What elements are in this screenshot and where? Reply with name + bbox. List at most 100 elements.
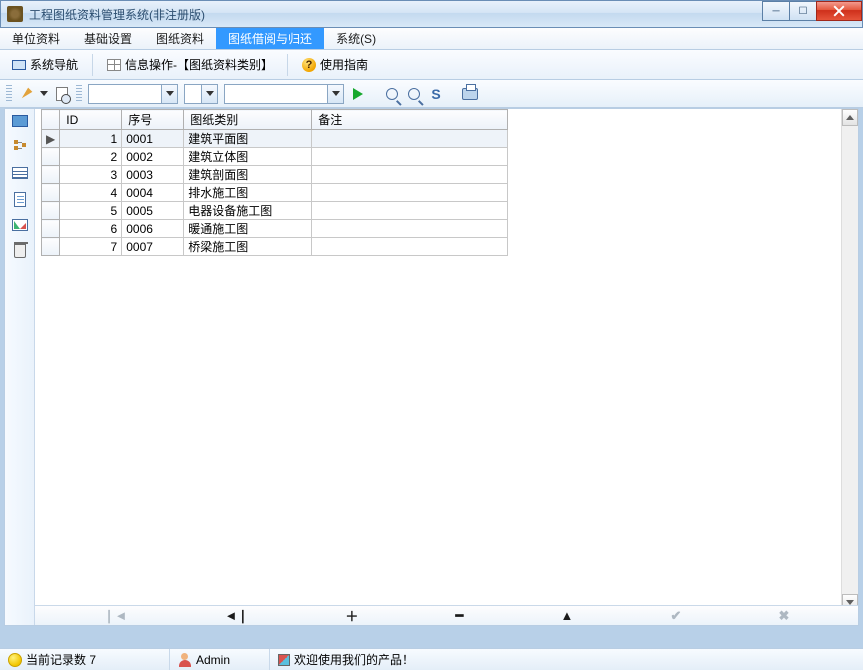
cell-category[interactable]: 排水施工图 [184,184,312,202]
printer-icon [462,88,478,100]
table-row[interactable]: 70007桥梁施工图 [42,238,508,256]
cell-note[interactable] [312,148,508,166]
cell-id[interactable]: 3 [60,166,122,184]
print-button[interactable] [462,86,478,102]
cell-note[interactable] [312,238,508,256]
cell-id[interactable]: 6 [60,220,122,238]
close-button[interactable] [816,1,862,21]
user-icon [178,653,192,667]
data-grid[interactable]: ID 序号 图纸类别 备注 ▶10001建筑平面图20002建筑立体图30003… [41,109,508,256]
cell-sn[interactable]: 0007 [122,238,184,256]
chevron-up-icon [846,115,854,120]
find-button[interactable] [384,86,400,102]
cell-category[interactable]: 暖通施工图 [184,220,312,238]
nav-remove-button[interactable]: ━ [455,608,463,624]
nav-prev-button[interactable]: ◄❘ [224,608,248,624]
status-user: Admin [170,649,270,670]
cell-sn[interactable]: 0002 [122,148,184,166]
help-guide-button[interactable]: ? 使用指南 [296,54,374,75]
trash-icon [14,244,26,258]
cell-sn[interactable]: 0003 [122,166,184,184]
chart-icon [12,219,28,231]
nav-first-button[interactable]: ❘◄ [104,608,128,624]
cell-sn[interactable]: 0001 [122,130,184,148]
tree-icon [14,140,26,154]
system-nav-label: 系统导航 [30,56,78,73]
minimize-button[interactable]: ─ [762,1,790,21]
cell-category[interactable]: 电器设备施工图 [184,202,312,220]
table-row[interactable]: ▶10001建筑平面图 [42,130,508,148]
cell-id[interactable]: 2 [60,148,122,166]
view-doc-button[interactable] [11,191,29,207]
cell-id[interactable]: 7 [60,238,122,256]
operator-combo[interactable] [184,84,218,104]
system-nav-button[interactable]: 系统导航 [6,54,84,75]
menu-unit-data[interactable]: 单位资料 [0,28,72,49]
refresh-button[interactable]: S [428,86,444,102]
cell-note[interactable] [312,220,508,238]
col-header-sn[interactable]: 序号 [122,110,184,130]
view-card-button[interactable] [11,113,29,129]
toolbar-primary: 系统导航 信息操作-【图纸资料类别】 ? 使用指南 [0,50,863,80]
row-indicator: ▶ [42,130,60,148]
cell-id[interactable]: 5 [60,202,122,220]
field-combo[interactable] [88,84,178,104]
nav-add-button[interactable]: ＋ [345,606,358,625]
separator [287,54,288,76]
cell-sn[interactable]: 0005 [122,202,184,220]
preview-button[interactable] [54,86,70,102]
table-row[interactable]: 50005电器设备施工图 [42,202,508,220]
cell-sn[interactable]: 0006 [122,220,184,238]
menu-basic-settings[interactable]: 基础设置 [72,28,144,49]
edit-button[interactable] [18,86,34,102]
row-indicator [42,184,60,202]
cell-category[interactable]: 建筑立体图 [184,148,312,166]
record-navigator: ❘◄ ◄❘ ＋ ━ ▲ ✔ ✖ [35,605,858,625]
table-row[interactable]: 20002建筑立体图 [42,148,508,166]
run-button[interactable] [350,86,366,102]
row-indicator [42,166,60,184]
cell-id[interactable]: 1 [60,130,122,148]
value-combo[interactable] [224,84,344,104]
menu-system[interactable]: 系统(S) [324,28,388,49]
cell-id[interactable]: 4 [60,184,122,202]
work-area: ID 序号 图纸类别 备注 ▶10001建筑平面图20002建筑立体图30003… [4,108,859,626]
status-welcome: 欢迎使用我们的产品！ [270,649,863,670]
cell-note[interactable] [312,184,508,202]
nav-commit-button[interactable]: ✔ [670,608,681,624]
nav-edit-button[interactable]: ▲ [560,608,573,623]
table-row[interactable]: 30003建筑剖面图 [42,166,508,184]
col-header-id[interactable]: ID [60,110,122,130]
cell-category[interactable]: 桥梁施工图 [184,238,312,256]
view-chart-button[interactable] [11,217,29,233]
row-indicator [42,202,60,220]
record-count-label: 当前记录数 7 [26,651,96,668]
menu-borrow-return[interactable]: 图纸借阅与归还 [216,28,324,49]
separator [92,54,93,76]
col-header-category[interactable]: 图纸类别 [184,110,312,130]
view-detail-button[interactable] [11,165,29,181]
cell-category[interactable]: 建筑平面图 [184,130,312,148]
col-header-note[interactable]: 备注 [312,110,508,130]
maximize-button[interactable]: ☐ [789,1,817,21]
cell-note[interactable] [312,202,508,220]
table-row[interactable]: 40004排水施工图 [42,184,508,202]
app-icon [7,6,23,22]
scroll-up-button[interactable] [842,109,858,126]
cell-note[interactable] [312,166,508,184]
edit-dropdown[interactable] [40,91,48,96]
user-label: Admin [196,653,230,667]
find-next-button[interactable] [406,86,422,102]
cell-sn[interactable]: 0004 [122,184,184,202]
vertical-scrollbar[interactable] [841,109,858,611]
menu-drawing-data[interactable]: 图纸资料 [144,28,216,49]
view-tree-button[interactable] [11,139,29,155]
cell-category[interactable]: 建筑剖面图 [184,166,312,184]
cell-note[interactable] [312,130,508,148]
delete-button[interactable] [11,243,29,259]
magnifier-icon [408,88,420,100]
detail-icon [12,167,28,179]
nav-cancel-button[interactable]: ✖ [778,608,789,624]
table-row[interactable]: 60006暖通施工图 [42,220,508,238]
info-operation-button[interactable]: 信息操作-【图纸资料类别】 [101,54,279,75]
